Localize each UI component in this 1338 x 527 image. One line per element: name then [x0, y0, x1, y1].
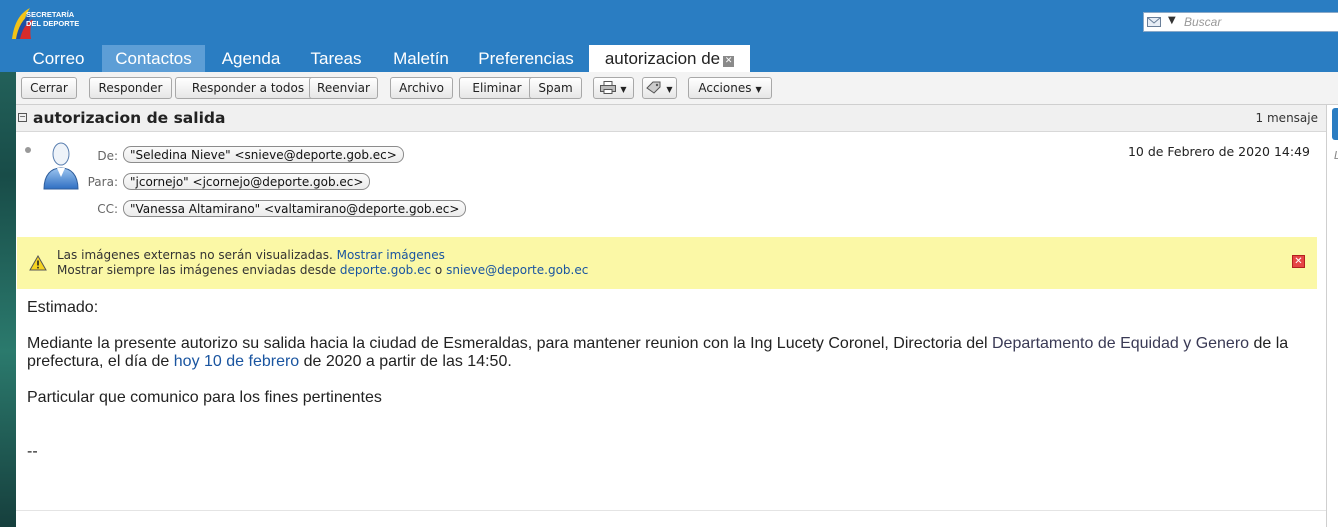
- mail-icon[interactable]: [1147, 17, 1161, 27]
- reading-pane: − autorizacion de salida 1 mensaje De: "…: [16, 105, 1326, 527]
- actions-menu-button[interactable]: Acciones ▼: [688, 77, 772, 99]
- paragraph-text: de 2020 a partir de las 14:50.: [299, 353, 512, 370]
- chevron-down-icon: ▼: [666, 85, 673, 94]
- department-name: Departamento de Equidad y Genero: [992, 335, 1250, 352]
- greeting: Estimado:: [27, 299, 99, 316]
- show-images-link[interactable]: Mostrar imágenes: [337, 248, 445, 262]
- tab-message-label: autorizacion de: [604, 49, 721, 68]
- signature-separator: --: [27, 443, 38, 460]
- actions-label: Acciones: [698, 81, 752, 95]
- from-label: De:: [97, 149, 118, 163]
- tab-tareas[interactable]: Tareas: [297, 45, 375, 72]
- conversation-subject: autorizacion de salida: [33, 109, 226, 127]
- close-tab-icon[interactable]: ✕: [723, 56, 735, 67]
- warning-text: Las imágenes externas no serán visualiza…: [57, 248, 333, 262]
- side-panel-label: L: [1334, 149, 1338, 162]
- printer-icon: [600, 81, 617, 94]
- logo-text: SECRETARÍA DEL DEPORTE: [26, 10, 79, 28]
- search-type-dropdown-icon[interactable]: ▼: [1168, 15, 1176, 26]
- paragraph-text: Mediante la presente autorizo su salida …: [27, 335, 992, 352]
- app-header: SECRETARÍA DEL DEPORTE ▼ Correo Contacto…: [0, 0, 1338, 72]
- delete-button[interactable]: Eliminar: [459, 77, 535, 99]
- always-show-text: Mostrar siempre las imágenes enviadas de…: [57, 263, 337, 277]
- mail-app: SECRETARÍA DEL DEPORTE ▼ Correo Contacto…: [0, 0, 1338, 527]
- cc-label: CC:: [97, 202, 118, 216]
- tab-correo[interactable]: Correo: [19, 45, 98, 72]
- search-input[interactable]: [1184, 14, 1334, 30]
- tag-button[interactable]: ▼: [642, 77, 677, 99]
- body-paragraph-2: Particular que comunico para los fines p…: [27, 389, 382, 406]
- chevron-down-icon: ▼: [620, 85, 627, 94]
- right-side-panel: L: [1326, 105, 1338, 527]
- chevron-down-icon: ▼: [755, 85, 762, 94]
- close-button[interactable]: Cerrar: [21, 77, 77, 99]
- date-link[interactable]: hoy 10 de febrero: [174, 353, 299, 370]
- conversation-header: − autorizacion de salida 1 mensaje: [16, 105, 1326, 132]
- to-label: Para:: [87, 175, 118, 189]
- collapse-icon[interactable]: −: [18, 113, 27, 122]
- search-box: ▼: [1143, 12, 1338, 32]
- warning-icon: [29, 255, 47, 271]
- tab-maletin[interactable]: Maletín: [378, 45, 464, 72]
- message-toolbar: Cerrar Responder Responder a todos Reenv…: [16, 72, 1338, 105]
- external-images-warning: Las imágenes externas no serán visualiza…: [17, 237, 1317, 289]
- cc-address[interactable]: "Vanessa Altamirano" <valtamirano@deport…: [123, 200, 467, 217]
- warning-line-1: Las imágenes externas no serán visualiza…: [57, 248, 445, 262]
- always-show-sender-link[interactable]: snieve@deporte.gob.ec: [446, 263, 588, 277]
- reply-all-button[interactable]: Responder a todos: [175, 77, 321, 99]
- divider: [16, 510, 1326, 511]
- read-status-icon[interactable]: [25, 147, 31, 153]
- message-date: 10 de Febrero de 2020 14:49: [1127, 144, 1310, 159]
- print-button[interactable]: ▼: [593, 77, 634, 99]
- logo-line-2: DEL DEPORTE: [26, 19, 80, 28]
- reply-button[interactable]: Responder: [89, 77, 172, 99]
- tag-icon: [646, 81, 661, 94]
- forward-button[interactable]: Reenviar: [309, 77, 378, 99]
- archive-button[interactable]: Archivo: [390, 77, 453, 99]
- to-address[interactable]: "jcornejo" <jcornejo@deporte.gob.ec>: [123, 173, 371, 190]
- spam-button[interactable]: Spam: [529, 77, 582, 99]
- tab-preferencias[interactable]: Preferencias: [467, 45, 585, 72]
- logo-line-1: SECRETARÍA: [26, 10, 75, 19]
- body-paragraph-1: Mediante la presente autorizo su salida …: [27, 335, 1317, 371]
- tab-contactos[interactable]: Contactos: [102, 45, 205, 72]
- sender-avatar-icon: [43, 142, 79, 190]
- message-count: 1 mensaje: [1255, 111, 1318, 125]
- warning-line-2: Mostrar siempre las imágenes enviadas de…: [57, 263, 588, 277]
- dismiss-warning-icon[interactable]: ✕: [1292, 255, 1305, 268]
- tab-agenda[interactable]: Agenda: [208, 45, 294, 72]
- tab-message[interactable]: autorizacion de ✕: [589, 45, 750, 72]
- side-panel-toggle[interactable]: [1332, 108, 1338, 140]
- from-address[interactable]: "Seledina Nieve" <snieve@deporte.gob.ec>: [123, 146, 404, 163]
- or-text: o: [434, 263, 443, 277]
- always-show-domain-link[interactable]: deporte.gob.ec: [340, 263, 431, 277]
